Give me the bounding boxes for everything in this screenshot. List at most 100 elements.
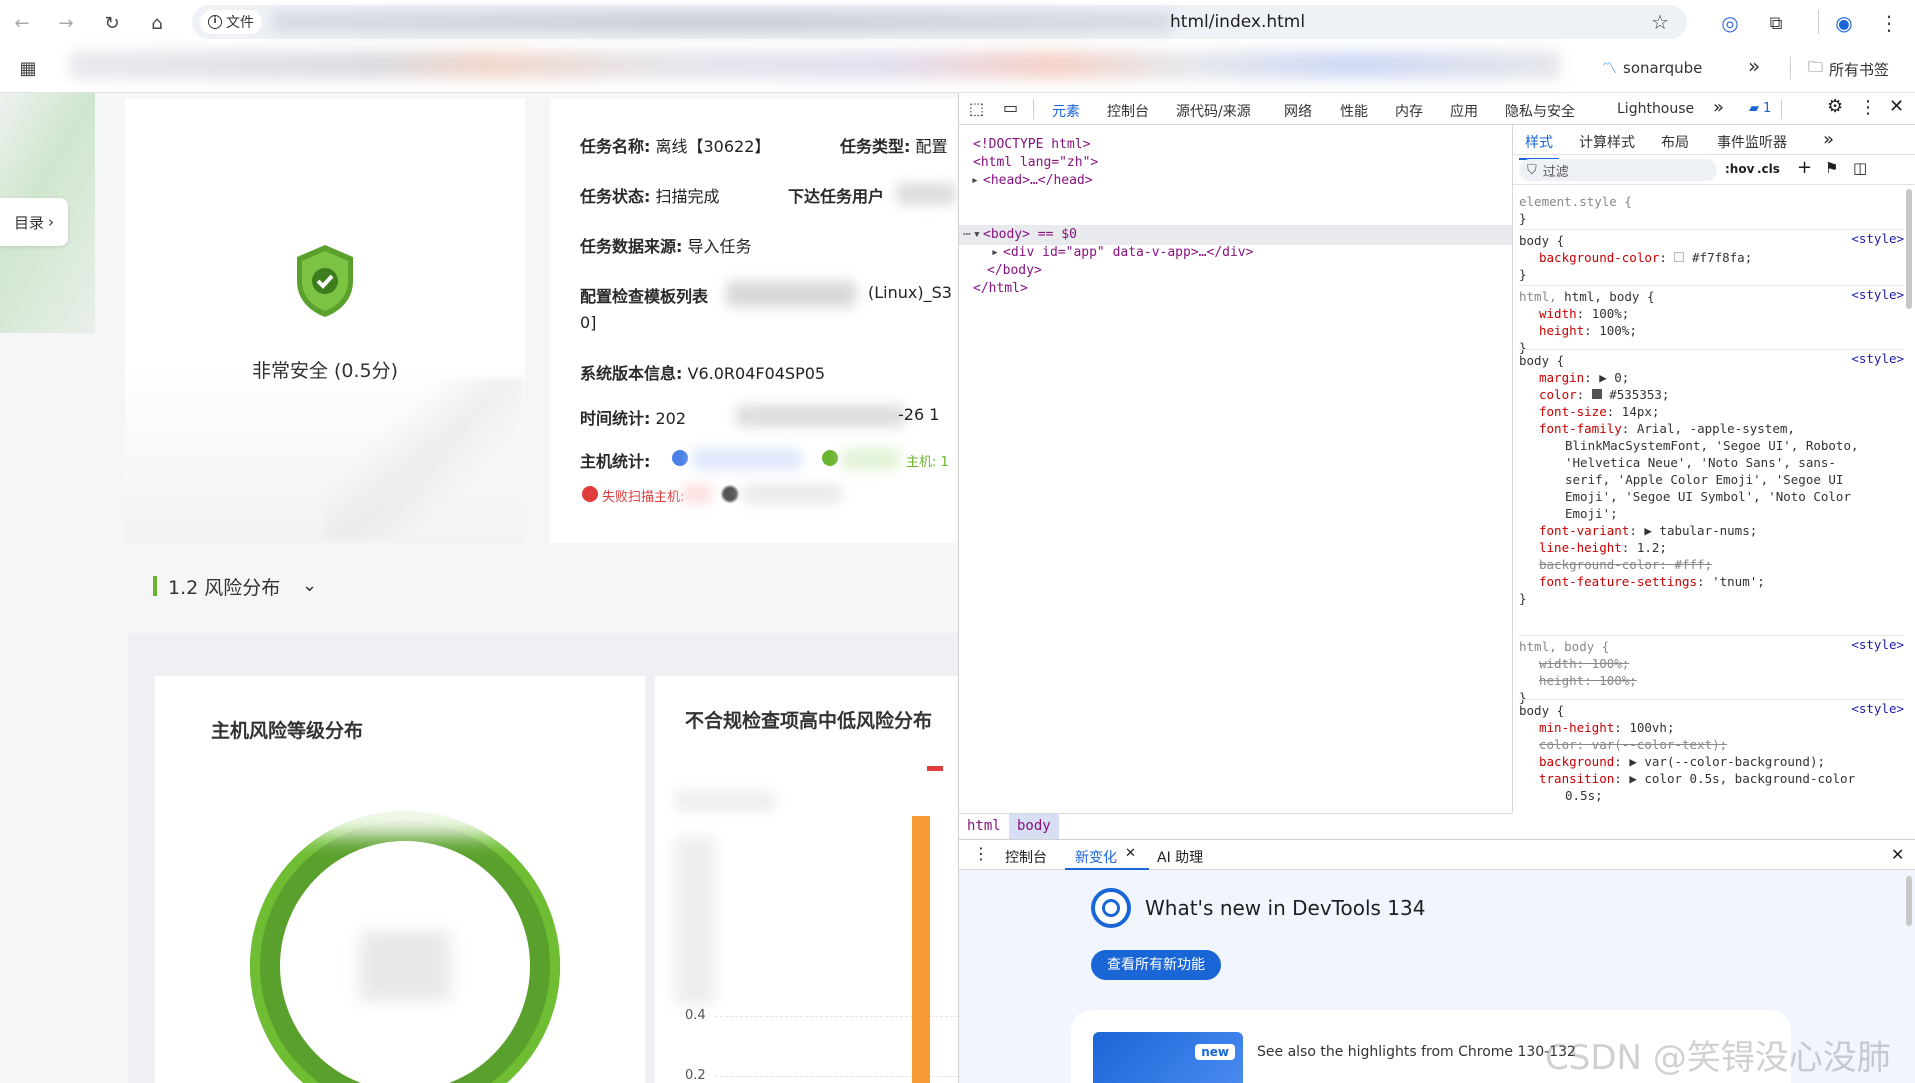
rule-source-link[interactable]: <style> xyxy=(1851,700,1904,717)
css-value[interactable]: 1.2; xyxy=(1637,540,1667,555)
css-prop[interactable]: font-family xyxy=(1539,421,1622,436)
crumb-html[interactable]: html xyxy=(967,818,1001,834)
tab-styles[interactable]: 样式 xyxy=(1519,132,1559,160)
dom-node[interactable]: <div id="app" data-v-app>…</div> xyxy=(1003,245,1253,260)
css-prop[interactable]: font-size xyxy=(1539,404,1607,419)
cls-toggle[interactable]: .cls xyxy=(1757,162,1780,176)
expand-triangle-icon[interactable]: ▸ xyxy=(991,245,999,260)
tab-layout[interactable]: 布局 xyxy=(1661,132,1689,152)
css-value[interactable]: 14px; xyxy=(1622,404,1660,419)
css-prop[interactable]: background xyxy=(1539,754,1614,769)
css-prop[interactable]: background-color xyxy=(1539,250,1659,265)
reload-icon[interactable]: ↻ xyxy=(98,9,126,37)
tab-event-listeners[interactable]: 事件监听器 xyxy=(1717,132,1787,152)
extension-icon[interactable]: ◎ xyxy=(1716,9,1744,37)
profile-icon[interactable]: ◉ xyxy=(1830,9,1858,37)
css-value[interactable]: 100%; xyxy=(1599,323,1637,338)
css-overridden[interactable]: width: 100%; xyxy=(1519,655,1904,672)
site-info-chip[interactable]: i 文件 xyxy=(200,10,262,34)
css-value[interactable]: #535353; xyxy=(1609,387,1669,402)
dom-node[interactable]: <head>…</head> xyxy=(983,173,1093,188)
drawer-tab-whatsnew[interactable]: 新变化 xyxy=(1075,847,1117,867)
css-prop[interactable]: font-feature-settings xyxy=(1539,574,1697,589)
sidebar-toggle-icon[interactable]: ◫ xyxy=(1853,159,1867,177)
puzzle-icon[interactable]: ⧉ xyxy=(1762,9,1790,37)
bookmark-sonarqube[interactable]: 〽 sonarqube xyxy=(1602,57,1702,78)
close-tab-icon[interactable]: ✕ xyxy=(1125,846,1136,861)
issues-badge[interactable]: ▰ 1 xyxy=(1749,101,1771,116)
dom-node[interactable]: <html lang="zh"> xyxy=(973,155,1098,170)
more-tabs-icon[interactable]: » xyxy=(1823,129,1834,150)
tab-network[interactable]: 网络 xyxy=(1284,101,1312,121)
crumb-body[interactable]: body xyxy=(1009,814,1059,840)
css-value[interactable]: ▶ tabular-nums; xyxy=(1644,523,1757,538)
color-swatch[interactable] xyxy=(1674,252,1685,262)
tab-privacy[interactable]: 隐私与安全 xyxy=(1505,101,1575,121)
hov-toggle[interactable]: :hov xyxy=(1725,162,1754,176)
device-toolbar-icon[interactable]: ▭ xyxy=(1003,98,1018,117)
styles-scrollbar[interactable] xyxy=(1906,189,1912,309)
drawer-menu-icon[interactable]: ⋮ xyxy=(973,844,989,863)
see-all-features-button[interactable]: 查看所有新功能 xyxy=(1091,950,1221,980)
tab-performance[interactable]: 性能 xyxy=(1340,101,1368,121)
css-prop[interactable]: transition xyxy=(1539,771,1614,786)
apps-grid-icon[interactable]: ▦ xyxy=(14,54,42,82)
dom-node[interactable]: <!DOCTYPE html> xyxy=(973,137,1090,152)
dom-node[interactable]: </html> xyxy=(973,281,1028,296)
collapse-triangle-icon[interactable]: ▾ xyxy=(973,227,981,242)
css-value[interactable]: ▶ color 0.5s, background-color xyxy=(1629,771,1855,786)
css-value[interactable]: 'tnum'; xyxy=(1712,574,1765,589)
css-value[interactable]: #f7f8fa; xyxy=(1692,250,1752,265)
css-value[interactable]: ▶ var(--color-background); xyxy=(1629,754,1825,769)
paint-icon[interactable]: ⚑ xyxy=(1825,159,1838,177)
css-value[interactable]: 100%; xyxy=(1592,306,1630,321)
tab-sources[interactable]: 源代码/来源 xyxy=(1176,101,1251,121)
drawer-tab-console[interactable]: 控制台 xyxy=(1005,847,1047,867)
tab-console[interactable]: 控制台 xyxy=(1107,101,1149,121)
css-overridden[interactable]: color: var(--color-text); xyxy=(1519,736,1904,753)
css-prop[interactable]: width xyxy=(1539,306,1577,321)
home-icon[interactable]: ⌂ xyxy=(143,9,171,37)
css-value[interactable]: Arial, -apple-system, xyxy=(1637,421,1795,436)
devtools-menu-icon[interactable]: ⋮ xyxy=(1859,97,1877,118)
close-devtools-icon[interactable]: ✕ xyxy=(1889,96,1904,117)
css-prop[interactable]: height xyxy=(1539,323,1584,338)
css-value[interactable]: ▶ 0; xyxy=(1599,370,1629,385)
menu-kebab-icon[interactable]: ⋮ xyxy=(1875,9,1903,37)
back-icon[interactable]: ← xyxy=(8,9,36,37)
chevron-down-icon[interactable]: ⌄ xyxy=(302,575,317,596)
settings-gear-icon[interactable]: ⚙ xyxy=(1827,96,1843,117)
css-prop[interactable]: margin xyxy=(1539,370,1584,385)
drawer-tab-ai[interactable]: AI 助理 xyxy=(1157,847,1203,867)
css-value[interactable]: 100vh; xyxy=(1629,720,1674,735)
css-prop[interactable]: line-height xyxy=(1539,540,1622,555)
dom-node-selected[interactable]: <body> == $0 xyxy=(983,227,1077,242)
inspect-element-icon[interactable]: ⬚ xyxy=(969,99,984,118)
more-tabs-icon[interactable]: » xyxy=(1713,97,1724,118)
address-bar[interactable]: i 文件 html/index.html ☆ xyxy=(192,5,1687,39)
tab-elements[interactable]: 元素 xyxy=(1044,101,1088,129)
css-overridden[interactable]: height: 100%; xyxy=(1519,672,1904,689)
drawer-scrollbar[interactable] xyxy=(1906,876,1912,926)
expand-triangle-icon[interactable]: ▸ xyxy=(971,173,979,188)
css-prop[interactable]: color xyxy=(1539,387,1577,402)
css-prop[interactable]: font-variant xyxy=(1539,523,1629,538)
close-drawer-icon[interactable]: ✕ xyxy=(1891,845,1904,864)
star-icon[interactable]: ☆ xyxy=(1651,10,1669,34)
toc-toggle[interactable]: 目录 › xyxy=(0,198,68,246)
highlights-link[interactable]: See also the highlights from Chrome 130-… xyxy=(1257,1044,1576,1060)
add-rule-icon[interactable]: + xyxy=(1797,157,1812,178)
css-overridden[interactable]: background-color: #fff; xyxy=(1539,557,1712,572)
rule-source-link[interactable]: <style> xyxy=(1851,230,1904,247)
styles-filter-input[interactable]: ⛉ 过滤 xyxy=(1519,159,1717,181)
tab-memory[interactable]: 内存 xyxy=(1395,101,1423,121)
tab-application[interactable]: 应用 xyxy=(1450,101,1478,121)
color-swatch[interactable] xyxy=(1591,389,1602,399)
bookmarks-overflow[interactable]: » xyxy=(1748,54,1760,78)
rule-source-link[interactable]: <style> xyxy=(1851,636,1904,653)
tab-computed[interactable]: 计算样式 xyxy=(1579,132,1635,152)
css-prop[interactable]: min-height xyxy=(1539,720,1614,735)
rule-source-link[interactable]: <style> xyxy=(1851,286,1904,303)
dom-node[interactable]: </body> xyxy=(987,263,1042,278)
forward-icon[interactable]: → xyxy=(52,9,80,37)
